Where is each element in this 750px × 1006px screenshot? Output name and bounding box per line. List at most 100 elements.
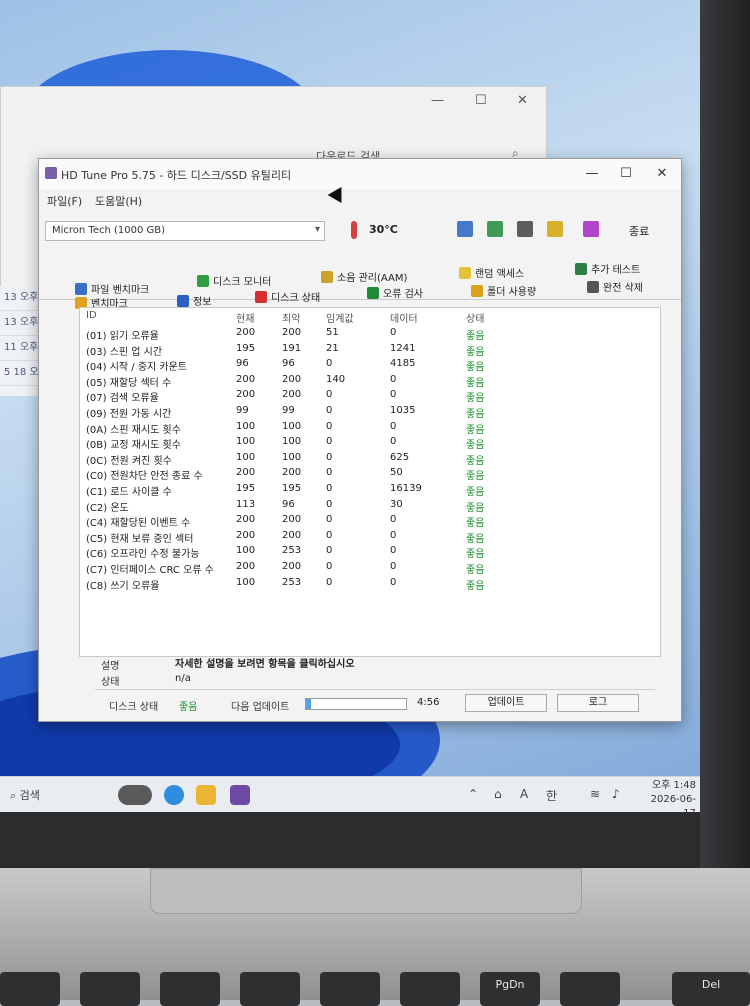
table-cell: 0 [390,327,397,338]
col-data[interactable]: 데이터 [390,310,418,325]
network-icon[interactable]: ⌂ [494,787,502,801]
drive-select[interactable]: Micron Tech (1000 GB) ▾ [45,221,325,241]
table-row[interactable]: (C2) 온도 113 96 0 30 좋음 [80,498,660,514]
camera-icon[interactable] [517,221,533,237]
toolbar: Micron Tech (1000 GB) ▾ 30°C 종료 [39,211,681,251]
table-row[interactable]: (03) 스핀 업 시간 195 191 21 1241 좋음 [80,342,660,358]
table-cell: (0B) 교정 재시도 횟수 [86,440,181,452]
exit-button[interactable]: 종료 [629,223,649,239]
table-cell: 0 [390,389,397,401]
table-cell: 200 [236,373,256,385]
widget-icon[interactable] [118,785,152,805]
table-row[interactable]: (C5) 현재 보류 중인 섹터 200 200 0 0 좋음 [80,529,660,545]
file-explorer-icon[interactable] [196,785,216,805]
taskbar-search[interactable]: ⌕ 검색 [10,787,40,803]
table-cell: 200 [236,389,256,401]
table-cell: (C2) 온도 [86,502,129,514]
copy-text-icon[interactable] [487,221,503,237]
table-cell: 좋음 [466,565,485,576]
table-row[interactable]: (05) 재할당 섹터 수 200 200 140 0 좋음 [80,373,660,389]
back-close-button[interactable]: ✕ [517,93,528,108]
update-button[interactable]: 업데이트 [465,694,547,712]
tab-aam[interactable]: 소음 관리(AAM) [321,269,407,284]
menu-file[interactable]: 파일(F) [47,193,82,209]
tab-file-benchmark[interactable]: 파일 벤치마크 [75,281,149,296]
table-row[interactable]: (09) 전원 가동 시간 99 99 0 1035 좋음 [80,404,660,420]
table-row[interactable]: (07) 검색 오류율 200 200 0 0 좋음 [80,388,660,404]
options-icon[interactable] [547,221,563,237]
col-id[interactable]: ID [86,310,97,321]
col-current[interactable]: 현재 [236,310,254,325]
back-maximize-button[interactable]: ☐ [475,93,487,108]
minimize-button[interactable]: — [577,163,607,185]
table-row[interactable]: (01) 읽기 오류율 200 200 51 0 좋음 [80,326,660,342]
volume-icon[interactable]: ♪ [612,787,620,801]
monitor-icon [197,274,209,287]
table-row[interactable]: (C6) 오프라인 수정 불가능 100 253 0 0 좋음 [80,544,660,560]
edge-browser-icon[interactable] [164,785,184,805]
table-row[interactable]: (0B) 교정 재시도 횟수 100 100 0 0 좋음 [80,435,660,451]
table-cell: 96 [282,498,295,510]
table-row[interactable]: (04) 시작 / 중지 카운트 96 96 0 4185 좋음 [80,357,660,373]
table-row[interactable]: (C0) 전원차단 안전 종료 수 200 200 0 50 좋음 [80,466,660,482]
tab-disk-health[interactable]: 디스크 상태 [255,289,320,304]
back-minimize-button[interactable]: — [431,93,444,108]
hdtune-taskbar-icon[interactable] [230,785,250,805]
table-cell: 0 [326,358,333,370]
table-row[interactable]: (C7) 인터페이스 CRC 오류 수 200 200 0 0 좋음 [80,560,660,576]
table-cell: 좋음 [466,331,485,342]
table-row[interactable]: (C4) 재할당된 이벤트 수 200 200 0 0 좋음 [80,513,660,529]
table-cell: 좋음 [466,440,485,452]
magnifier-icon [367,286,379,299]
table-cell: (C5) 현재 보류 중인 섹터 [86,533,194,545]
table-row[interactable]: (0A) 스핀 재시도 횟수 100 100 0 0 좋음 [80,420,660,436]
col-threshold[interactable]: 임계값 [326,310,354,325]
screen-bezel [0,812,750,872]
drive-select-value: Micron Tech (1000 GB) [52,225,166,236]
tab-error-scan[interactable]: 오류 검사 [367,285,423,300]
keyboard-key [560,972,620,1006]
download-icon[interactable] [583,221,599,237]
table-cell: 191 [282,342,302,354]
col-worst[interactable]: 최악 [282,310,300,325]
description-text: 자세한 설명을 보려면 항목을 클릭하십시오 [175,659,355,670]
log-button[interactable]: 로그 [557,694,639,712]
table-cell: 좋음 [466,455,485,467]
tab-disk-monitor[interactable]: 디스크 모니터 [197,273,271,288]
title-bar[interactable]: HD Tune Pro 5.75 - 하드 디스크/SSD 유틸리티 — ☐ ✕ [39,159,681,189]
table-cell: 좋음 [466,549,485,561]
table-cell: 좋음 [466,362,485,374]
table-cell: 0 [326,451,333,463]
maximize-button[interactable]: ☐ [611,163,641,185]
update-progress-bar [305,698,407,710]
laptop-hinge [150,868,582,914]
table-cell: 100 [236,436,256,448]
table-cell: 0 [390,436,397,448]
copy-info-icon[interactable] [457,221,473,237]
ime-icon[interactable]: 한 [546,787,557,804]
col-status[interactable]: 상태 [466,310,484,325]
table-cell: 좋음 [466,502,485,514]
table-cell: 0 [326,514,333,526]
tab-random-access[interactable]: 랜덤 액세스 [459,265,524,280]
chevron-up-icon[interactable]: ⌃ [468,787,478,801]
table-row[interactable]: (C8) 쓰기 오류율 100 253 0 0 좋음 [80,576,660,592]
table-cell: 100 [282,436,302,448]
tab-secure-erase[interactable]: 완전 삭제 [587,279,643,294]
table-row[interactable]: (0C) 전원 켜진 횟수 100 100 0 625 좋음 [80,451,660,467]
tab-label: 디스크 상태 [271,293,321,304]
tab-label: 완전 삭제 [603,283,643,294]
keyboard-key [0,972,60,1006]
table-row[interactable]: (C1) 로드 사이클 수 195 195 0 16139 좋음 [80,482,660,498]
close-button[interactable]: ✕ [647,163,677,185]
wifi-icon[interactable]: ≋ [590,787,600,801]
table-cell: (09) 전원 가동 시간 [86,409,172,420]
tab-extra-tests[interactable]: 추가 테스트 [575,261,640,276]
language-icon[interactable]: A [520,787,528,801]
tab-folder-usage[interactable]: 폴더 사용량 [471,283,536,298]
table-cell: 좋음 [466,424,485,436]
tab-info[interactable]: 정보 [177,293,211,308]
table-cell: 100 [236,451,256,463]
table-cell: 195 [282,483,302,494]
menu-help[interactable]: 도움말(H) [95,193,142,209]
